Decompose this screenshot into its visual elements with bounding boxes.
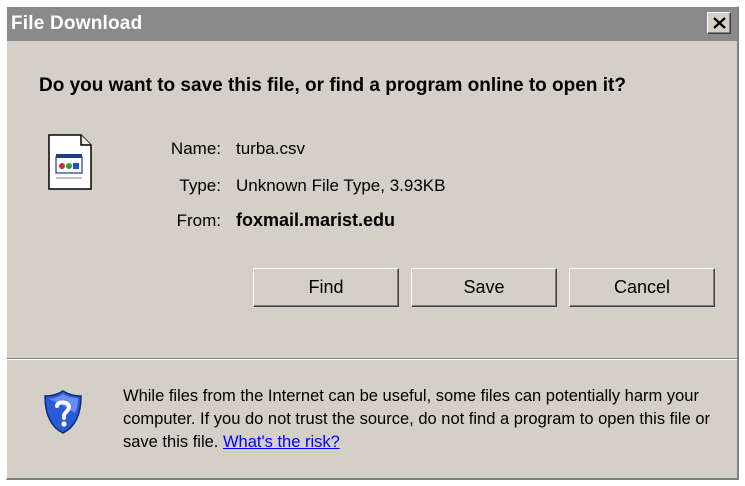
file-type-value: Unknown File Type, 3.93KB bbox=[236, 176, 446, 195]
type-label: Type: bbox=[179, 176, 221, 195]
close-button[interactable] bbox=[707, 12, 731, 34]
name-label: Name: bbox=[170, 139, 221, 158]
download-question: Do you want to save this file, or find a… bbox=[39, 75, 626, 96]
from-label-cell: From: bbox=[147, 211, 221, 231]
from-label: From: bbox=[176, 211, 221, 230]
section-divider-highlight bbox=[7, 359, 737, 360]
warning-text: While files from the Internet can be use… bbox=[123, 387, 710, 451]
file-source-value: foxmail.marist.edu bbox=[236, 210, 396, 230]
type-label-cell: Type: bbox=[147, 176, 221, 196]
security-shield-question-icon bbox=[44, 390, 82, 434]
window-title: File Download bbox=[11, 13, 143, 34]
close-icon bbox=[713, 17, 726, 29]
file-name-value: turba.csv bbox=[236, 139, 305, 158]
csv-file-icon bbox=[48, 134, 92, 190]
title-bar[interactable]: File Download bbox=[7, 7, 737, 41]
cancel-button[interactable]: Cancel bbox=[569, 268, 715, 307]
find-button[interactable]: Find bbox=[253, 268, 399, 307]
file-download-dialog: File Download Do you want to save this f… bbox=[6, 6, 739, 480]
name-label-cell: Name: bbox=[147, 139, 221, 159]
save-button[interactable]: Save bbox=[411, 268, 557, 307]
security-warning: While files from the Internet can be use… bbox=[123, 385, 723, 454]
whats-the-risk-link[interactable]: What's the risk? bbox=[223, 433, 340, 451]
